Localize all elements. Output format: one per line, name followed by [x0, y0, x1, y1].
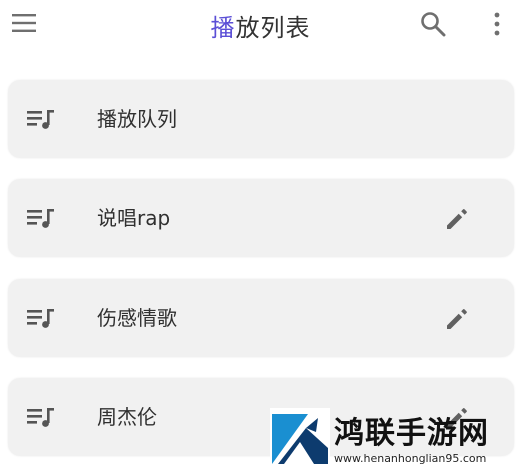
page-title-accent: 播: [210, 14, 236, 42]
playlist-item[interactable]: 说唱rap: [8, 179, 514, 257]
more-options-button[interactable]: [488, 11, 506, 37]
page-title-rest: 放列表: [235, 14, 311, 42]
edit-icon[interactable]: [444, 405, 470, 431]
app-bar: 播放列表: [0, 0, 521, 50]
queue-music-icon: [27, 209, 54, 228]
playlist-name: 说唱rap: [97, 206, 171, 230]
playlist-item[interactable]: 播放队列: [8, 80, 514, 158]
edit-icon[interactable]: [444, 306, 470, 332]
playlist-name: 伤感情歌: [97, 306, 177, 330]
search-button[interactable]: [420, 11, 446, 37]
more-vert-icon: [494, 12, 500, 36]
edit-icon[interactable]: [444, 206, 470, 232]
playlist-name: 播放队列: [97, 107, 177, 131]
queue-music-icon: [27, 110, 54, 129]
playlist-item[interactable]: 伤感情歌: [8, 279, 514, 357]
queue-music-icon: [27, 309, 54, 328]
queue-music-icon: [27, 408, 54, 427]
playlist-item[interactable]: 周杰伦: [8, 378, 514, 456]
playlist-name: 周杰伦: [97, 405, 157, 429]
search-icon: [421, 12, 446, 37]
